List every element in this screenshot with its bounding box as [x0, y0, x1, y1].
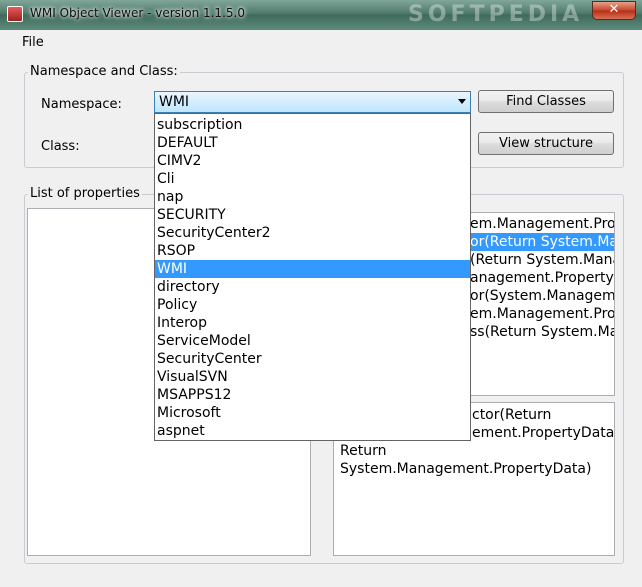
watermark: SOFTPEDIA [408, 2, 584, 27]
view-structure-button[interactable]: View structure [478, 132, 614, 155]
description-line: ctor(Return [472, 407, 552, 423]
namespace-class-group-title: Namespace and Class: [28, 64, 180, 79]
namespace-option[interactable]: VisualSVN [155, 368, 470, 386]
close-button[interactable]: ✕ [592, 1, 636, 20]
namespace-option[interactable]: subscription [155, 116, 470, 134]
namespace-option[interactable]: DEFAULT [155, 134, 470, 152]
app-window: WMI Object Viewer - version 1.1.5.0 SOFT… [0, 0, 642, 587]
description-line: System.Management.PropertyData) [340, 461, 592, 477]
list-item[interactable]: em.Management.Prope [470, 215, 614, 233]
list-item[interactable]: or(System.Managemen [470, 287, 614, 305]
chevron-down-icon[interactable] [458, 99, 466, 104]
namespace-combobox-value: WMI [159, 94, 190, 110]
menu-bar: File [8, 30, 634, 56]
namespace-option[interactable]: SECURITY [155, 206, 470, 224]
namespace-combobox[interactable]: WMI [154, 91, 471, 113]
namespace-label: Namespace: [41, 97, 122, 112]
namespace-option[interactable]: SecurityCenter [155, 350, 470, 368]
list-item[interactable]: anagement.PropertyData [470, 269, 614, 287]
namespace-option[interactable]: RSOP [155, 242, 470, 260]
app-icon [7, 6, 23, 22]
description-line: Return [340, 443, 387, 459]
namespace-option[interactable]: SecurityCenter2 [155, 224, 470, 242]
class-label: Class: [41, 139, 80, 154]
description-line: ement.PropertyData, [472, 425, 615, 441]
menu-file[interactable]: File [22, 35, 44, 50]
find-classes-button[interactable]: Find Classes [478, 90, 614, 113]
namespace-option-selected[interactable]: WMI [155, 260, 470, 278]
namespace-option[interactable]: MSAPPS12 [155, 386, 470, 404]
list-item[interactable]: ss(Return System.Man [470, 323, 614, 341]
namespace-option[interactable]: CIMV2 [155, 152, 470, 170]
list-item[interactable]: em.Management.Prope [470, 305, 614, 323]
window-title: WMI Object Viewer - version 1.1.5.0 [30, 6, 245, 20]
namespace-dropdown[interactable]: subscription DEFAULT CIMV2 Cli nap SECUR… [154, 113, 471, 441]
namespace-option[interactable]: Microsoft [155, 404, 470, 422]
properties-group-title: List of properties [28, 186, 142, 201]
namespace-option[interactable]: Policy [155, 296, 470, 314]
namespace-option[interactable]: directory [155, 278, 470, 296]
namespace-option[interactable]: ServiceModel [155, 332, 470, 350]
list-item[interactable]: (Return System.Managemer [470, 251, 614, 269]
namespace-option[interactable]: Cli [155, 170, 470, 188]
namespace-option[interactable]: Interop [155, 314, 470, 332]
namespace-option[interactable]: aspnet [155, 422, 470, 440]
namespace-option[interactable]: nap [155, 188, 470, 206]
title-bar[interactable]: WMI Object Viewer - version 1.1.5.0 SOFT… [0, 0, 642, 30]
